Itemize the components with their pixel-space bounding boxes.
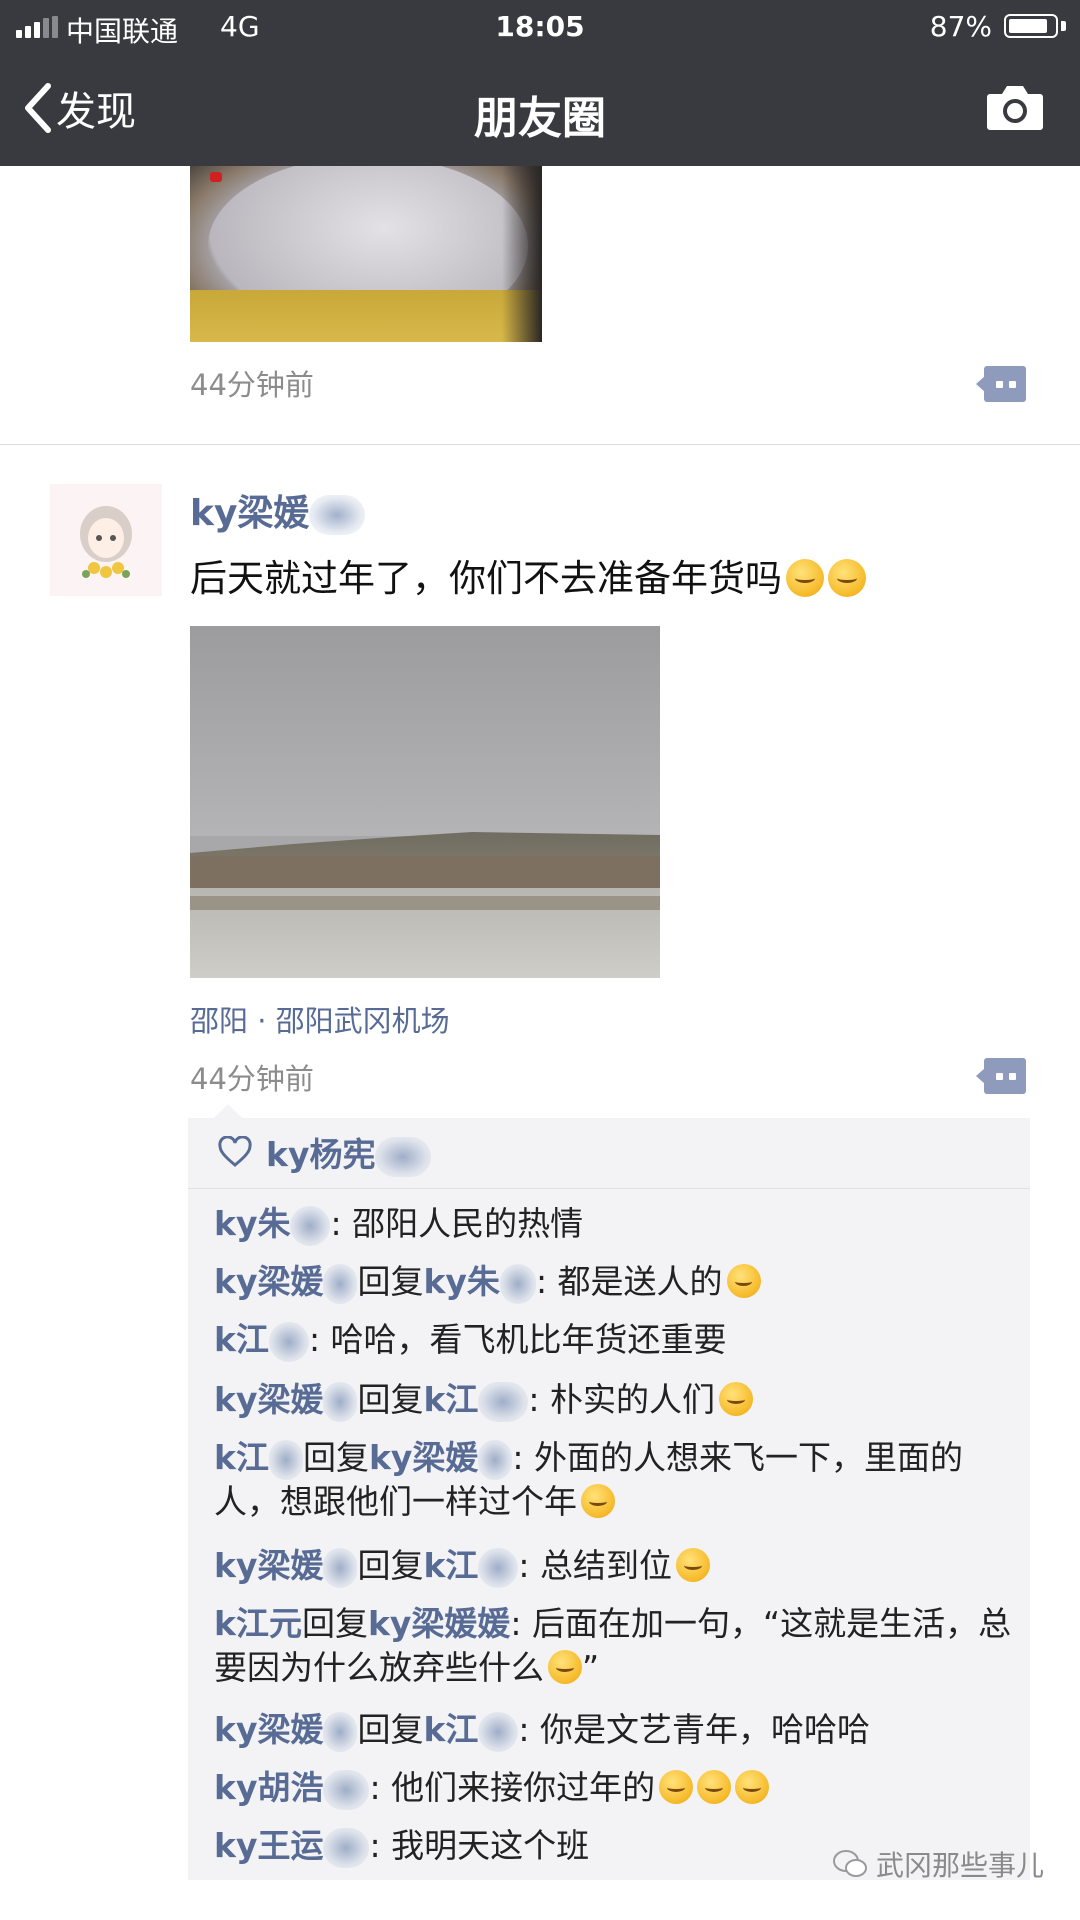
thinking-emoji-icon <box>828 559 866 597</box>
comment-item[interactable]: ky梁媛 回复k江: 总结到位 <box>214 1544 1014 1588</box>
battery-icon <box>1004 14 1058 38</box>
liker-name[interactable]: ky杨宪 <box>266 1128 432 1177</box>
comment-item[interactable]: ky梁媛 回复ky朱: 都是送人的 <box>214 1260 1014 1304</box>
post-location[interactable]: 邵阳 · 邵阳武冈机场 <box>190 998 450 1040</box>
thinking-emoji-icon <box>719 1382 754 1416</box>
post-divider <box>0 444 1080 445</box>
battery-tip <box>1061 21 1066 31</box>
thinking-emoji-icon <box>786 559 824 597</box>
post-photo-cat[interactable] <box>190 166 542 342</box>
smile-emoji-icon <box>581 1484 615 1518</box>
post-text: 后天就过年了，你们不去准备年货吗 <box>190 548 866 602</box>
thinking-emoji-icon <box>726 1264 761 1298</box>
page-title: 朋友圈 <box>474 93 606 144</box>
comment-item[interactable]: ky梁媛 回复k江: 朴实的人们 <box>214 1378 1014 1422</box>
watermark-text: 武冈那些事儿 <box>875 1849 1044 1882</box>
status-bar: 中国联通 4G 18:05 87% <box>0 0 1080 54</box>
comment-item[interactable]: k江: 哈哈，看飞机比年货还重要 <box>214 1318 1014 1362</box>
post-photo-airport[interactable] <box>190 626 660 978</box>
comment-item[interactable]: ky梁媛 回复k江: 你是文艺青年，哈哈哈 <box>214 1708 1014 1752</box>
laughing-emoji-icon <box>659 1770 694 1804</box>
heart-icon <box>218 1136 252 1167</box>
comment-item[interactable]: ky朱: 邵阳人民的热情 <box>214 1202 1014 1246</box>
camera-button[interactable] <box>986 82 1044 136</box>
thinking-face-emoji-icon <box>676 1548 711 1582</box>
camera-icon <box>987 86 1043 130</box>
status-time: 18:05 <box>495 10 585 43</box>
avatar-illustration <box>80 506 132 578</box>
post-time: 44分钟前 <box>190 368 314 402</box>
post-time: 44分钟前 <box>190 1062 314 1096</box>
likes-row: ky杨宪 <box>188 1118 1030 1189</box>
top-bar: 中国联通 4G 18:05 87% 发现 朋友圈 <box>0 0 1080 166</box>
battery-percent: 87% <box>929 10 992 43</box>
post-author[interactable]: ky梁媛 <box>190 484 366 536</box>
comment-item[interactable]: k江 回复ky梁媛: 外面的人想来飞一下，里面的人，想跟他们一样过个年 <box>214 1436 1014 1524</box>
comment-more-button[interactable] <box>976 366 1026 402</box>
comment-more-button[interactable] <box>976 1058 1026 1094</box>
comment-section: ky杨宪 ky朱: 邵阳人民的热情 ky梁媛 回复ky朱: 都是送人的 k江: 哈… <box>188 1104 1030 1880</box>
sunglasses-emoji-icon <box>548 1650 582 1684</box>
laughing-emoji-icon <box>735 1770 770 1804</box>
watermark: 武冈那些事儿 <box>832 1844 1044 1884</box>
avatar[interactable] <box>50 484 162 596</box>
nav-bar: 发现 朋友圈 <box>0 54 1080 166</box>
wechat-icon <box>832 1850 867 1877</box>
comment-item[interactable]: ky胡浩: 他们来接你过年的 <box>214 1766 1014 1810</box>
comment-item[interactable]: k江元回复ky梁媛媛: 后面在加一句，“这就是生活，总要因为什么放弃些什么” <box>214 1602 1014 1690</box>
laughing-emoji-icon <box>697 1770 732 1804</box>
moments-feed[interactable]: 44分钟前 ky梁媛 后天就过年了，你们不去准备年货吗 邵阳 · 邵阳武冈机场 … <box>0 166 1080 1920</box>
